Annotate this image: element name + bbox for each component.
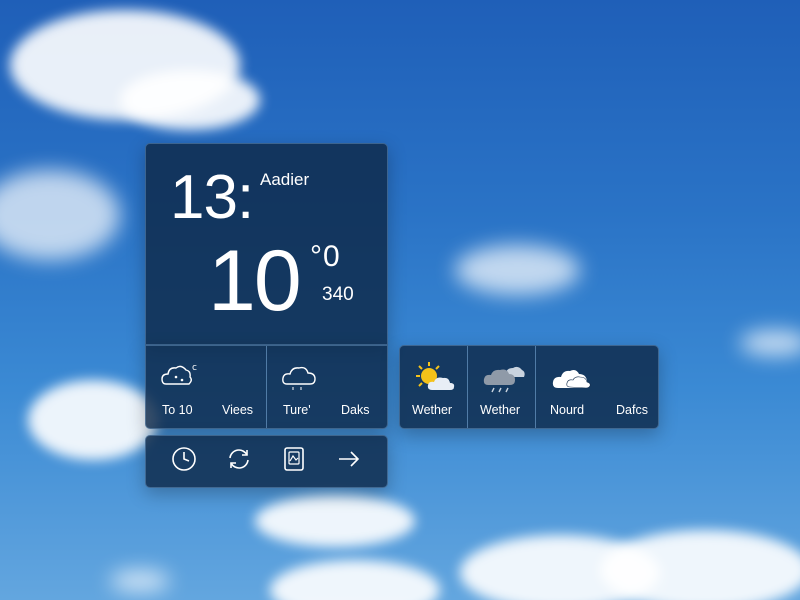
tile-label: Dafcs <box>616 403 648 417</box>
svg-text:c: c <box>192 363 197 373</box>
document-button[interactable] <box>279 447 309 477</box>
cloud-decoration <box>255 495 415 547</box>
cloud-decoration <box>120 70 260 130</box>
time-display: 13: <box>170 163 254 232</box>
tile-label: Ture' <box>283 403 311 417</box>
tile-cloud[interactable]: Ture' Daks <box>267 346 387 428</box>
tile-label: Wether <box>480 403 521 417</box>
arrow-right-icon <box>335 445 363 478</box>
document-icon <box>280 445 308 478</box>
location-label: Aadier <box>260 170 310 189</box>
clock-button[interactable] <box>169 447 199 477</box>
cloud-decoration <box>28 380 158 460</box>
secondary-value: 340 <box>322 284 354 305</box>
cloud-decoration <box>600 530 800 600</box>
next-button[interactable] <box>334 447 364 477</box>
tile-cloudy-cold[interactable]: c To 10 Viees <box>146 346 267 428</box>
cloud-icon <box>281 360 321 392</box>
refresh-icon <box>225 445 253 478</box>
action-bar <box>145 435 388 488</box>
tile-label: Wether <box>412 403 453 417</box>
rain-cloud-icon <box>482 360 525 393</box>
tile-label: To 10 <box>162 403 193 417</box>
tile-cloudy[interactable]: Nourd Dafcs <box>536 346 660 428</box>
left-tile-row: c To 10 Viees Ture' Daks <box>145 345 388 429</box>
tile-label: Daks <box>341 403 370 417</box>
cloudy-cold-icon: c <box>160 360 200 392</box>
degree-mark: °0 <box>310 240 341 273</box>
cloud-decoration <box>270 560 440 600</box>
sun-cloud-icon <box>414 360 455 392</box>
tile-sunny-cloud[interactable]: Wether <box>400 346 468 428</box>
tile-label: Nourd <box>550 403 585 417</box>
cloud-decoration <box>0 170 120 260</box>
cloud-decoration <box>455 245 580 295</box>
tile-label: Viees <box>222 403 254 417</box>
forecast-tile-row: Wether Wether Nourd Dafcs <box>399 345 659 429</box>
temperature-display: 10 <box>208 233 302 329</box>
clock-weather-widget[interactable]: 13: Aadier 10 °0 340 <box>145 143 388 345</box>
tile-rain-cloud[interactable]: Wether <box>468 346 536 428</box>
clock-icon <box>170 445 198 478</box>
refresh-button[interactable] <box>224 447 254 477</box>
cloud-decoration <box>110 570 170 592</box>
cloud-decoration <box>740 330 800 356</box>
white-cloud-icon <box>550 360 591 392</box>
